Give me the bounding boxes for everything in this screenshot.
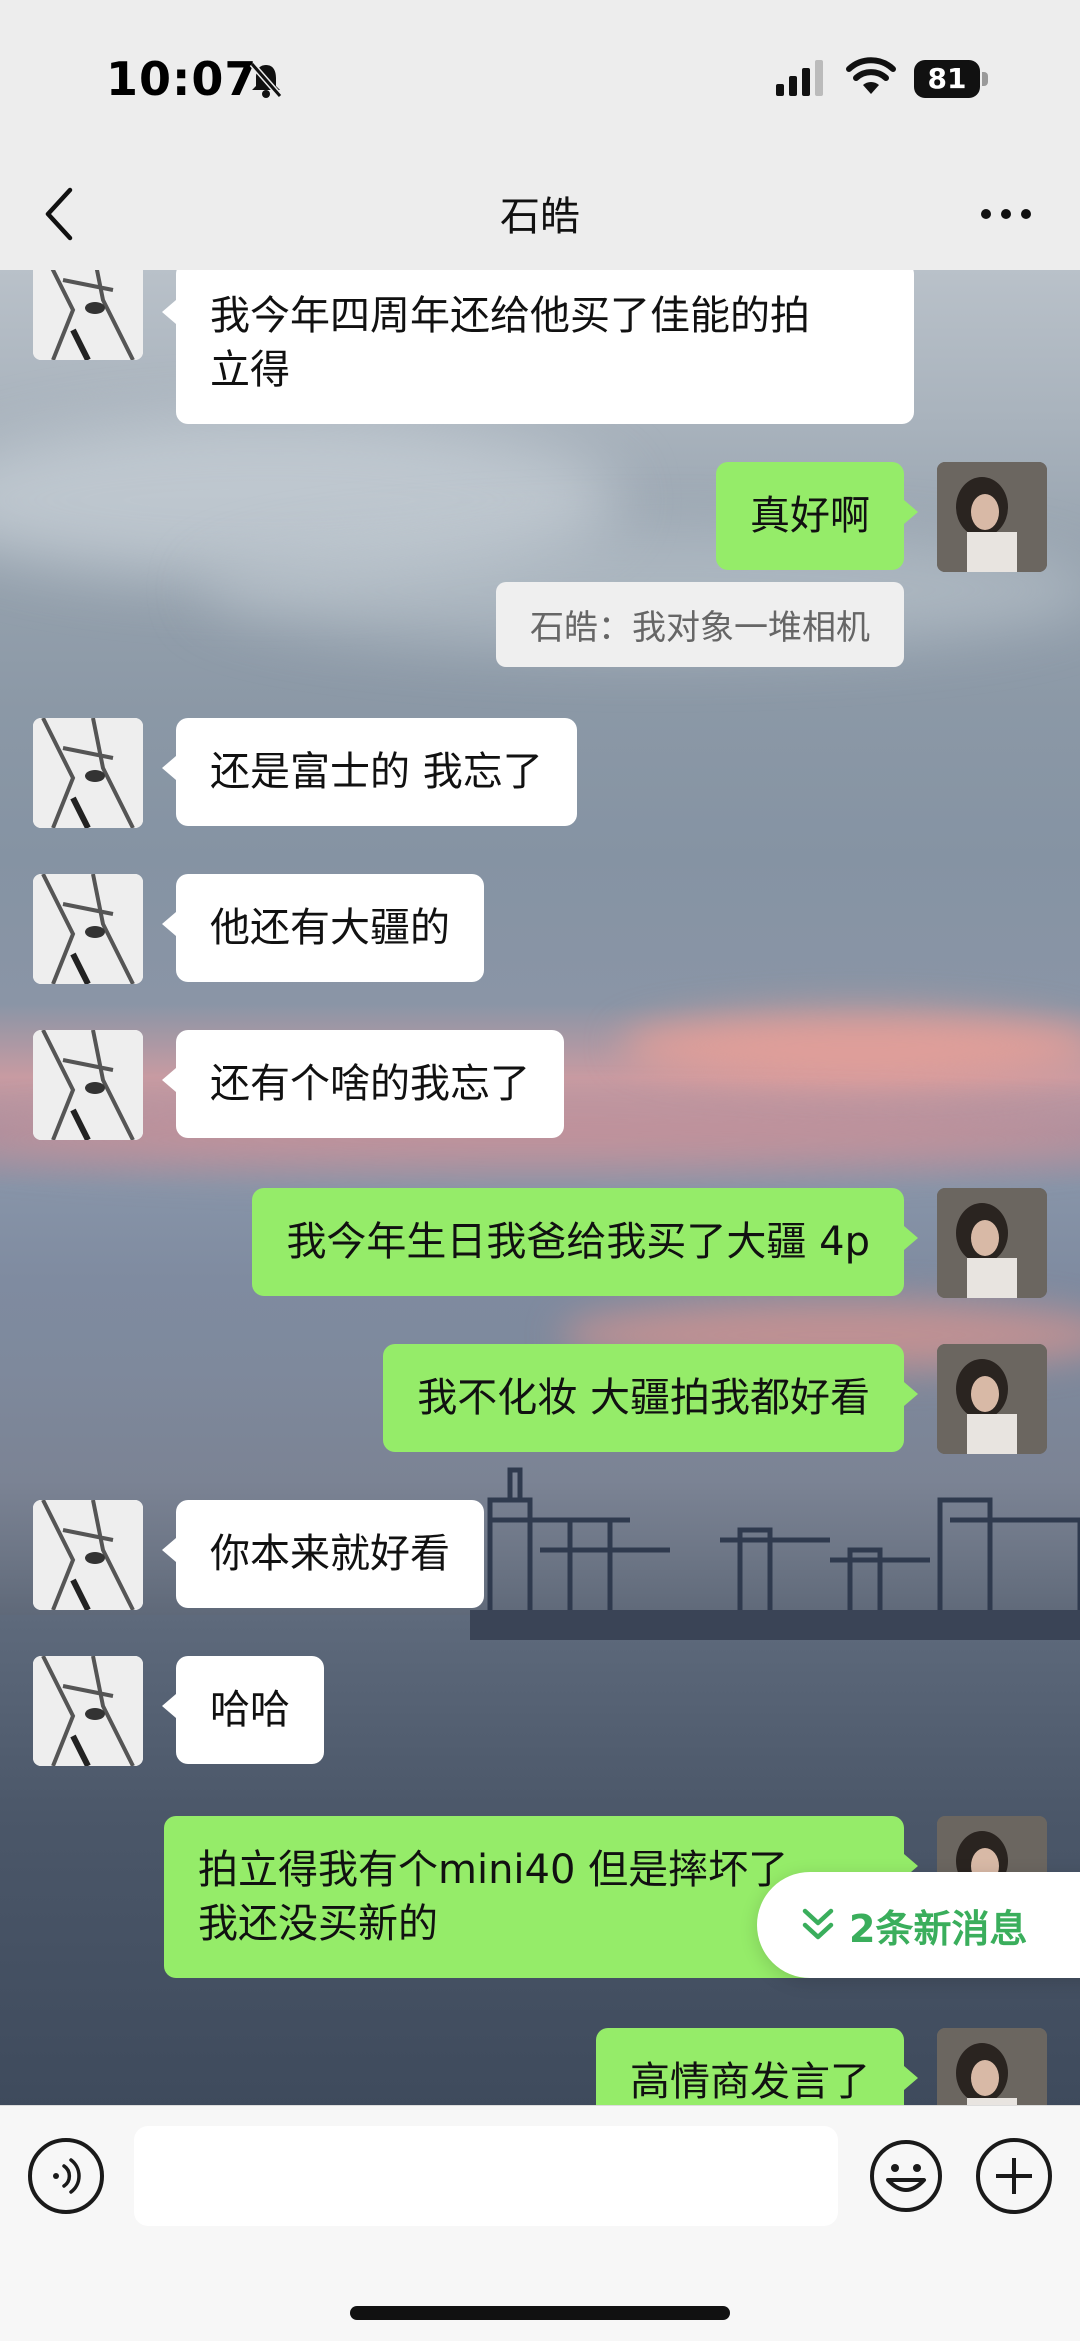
my-avatar[interactable] <box>937 2028 1047 2105</box>
message-text-line: 拍立得我有个mini40 但是摔坏了 <box>198 1847 789 1893</box>
double-chevron-down-icon <box>802 1908 834 1940</box>
message-text: 哈哈 <box>210 1687 290 1733</box>
my-avatar[interactable] <box>937 1344 1047 1454</box>
contact-avatar[interactable] <box>33 1500 143 1610</box>
voice-button[interactable] <box>28 2138 104 2214</box>
my-avatar[interactable] <box>937 462 1047 572</box>
signal-icon <box>776 60 823 96</box>
message-text: 我今年生日我爸给我买了大疆 4p <box>286 1219 870 1265</box>
message-text: 真好啊 <box>750 493 870 539</box>
message-text-line: 我还没买新的 <box>198 1901 438 1947</box>
quoted-message[interactable]: 石皓：我对象一堆相机 <box>496 582 904 667</box>
message-text: 还是富士的 我忘了 <box>210 749 543 795</box>
quoted-text: 石皓：我对象一堆相机 <box>530 608 870 648</box>
message-bubble-outgoing[interactable]: 我今年生日我爸给我买了大疆 4p <box>252 1188 918 1296</box>
chat-header: 石皓 <box>0 160 1080 270</box>
message-text: 我不化妆 大疆拍我都好看 <box>417 1375 870 1421</box>
message-input[interactable] <box>134 2126 838 2226</box>
contact-avatar[interactable] <box>33 270 143 360</box>
status-time: 10:07 <box>106 52 258 106</box>
message-text: 你本来就好看 <box>210 1531 450 1577</box>
message-bubble-incoming[interactable]: 你本来就好看 <box>162 1500 484 1608</box>
message-text: 他还有大疆的 <box>210 905 450 951</box>
home-indicator[interactable] <box>350 2306 730 2320</box>
message-bubble-incoming[interactable]: 还有个啥的我忘了 <box>162 1030 564 1138</box>
voice-icon <box>53 2158 81 2194</box>
new-messages-label: 2条新消息 <box>849 1907 1028 1951</box>
new-messages-button[interactable]: 2条新消息 <box>757 1872 1080 1978</box>
message-bubble-incoming[interactable]: 哈哈 <box>162 1656 324 1764</box>
message-bubble-outgoing[interactable]: 真好啊 <box>716 462 918 570</box>
battery-icon: 81 <box>914 60 990 98</box>
message-text-line: 立得 <box>210 347 290 393</box>
message-bubble-incoming[interactable]: 我今年四周年还给他买了佳能的拍 立得 <box>162 270 914 424</box>
message-list[interactable]: 我今年四周年还给他买了佳能的拍 立得 真好啊 石皓：我对象一堆相机 还是富士的 … <box>0 270 1080 2105</box>
message-bubble-incoming[interactable]: 还是富士的 我忘了 <box>162 718 577 826</box>
wifi-icon <box>846 57 896 94</box>
message-text: 还有个啥的我忘了 <box>210 1061 530 1107</box>
chat-title: 石皓 <box>500 194 580 240</box>
contact-avatar[interactable] <box>33 1030 143 1140</box>
emoji-icon[interactable] <box>868 2138 944 2214</box>
message-bubble-outgoing[interactable]: 我不化妆 大疆拍我都好看 <box>383 1344 918 1452</box>
message-text: 高情商发言了 <box>630 2059 870 2105</box>
contact-avatar[interactable] <box>33 874 143 984</box>
bell-slash-icon <box>249 62 283 98</box>
more-dots-icon[interactable] <box>978 194 1034 234</box>
message-text-line: 我今年四周年还给他买了佳能的拍 <box>210 293 810 339</box>
message-bubble-incoming[interactable]: 他还有大疆的 <box>162 874 484 982</box>
message-bubble-outgoing[interactable]: 高情商发言了 <box>596 2028 918 2105</box>
my-avatar[interactable] <box>937 1188 1047 1298</box>
status-bar: 10:07 81 <box>0 0 1080 160</box>
contact-avatar[interactable] <box>33 1656 143 1766</box>
contact-avatar[interactable] <box>33 718 143 828</box>
plus-icon[interactable] <box>976 2138 1052 2214</box>
battery-level: 81 <box>914 60 980 98</box>
